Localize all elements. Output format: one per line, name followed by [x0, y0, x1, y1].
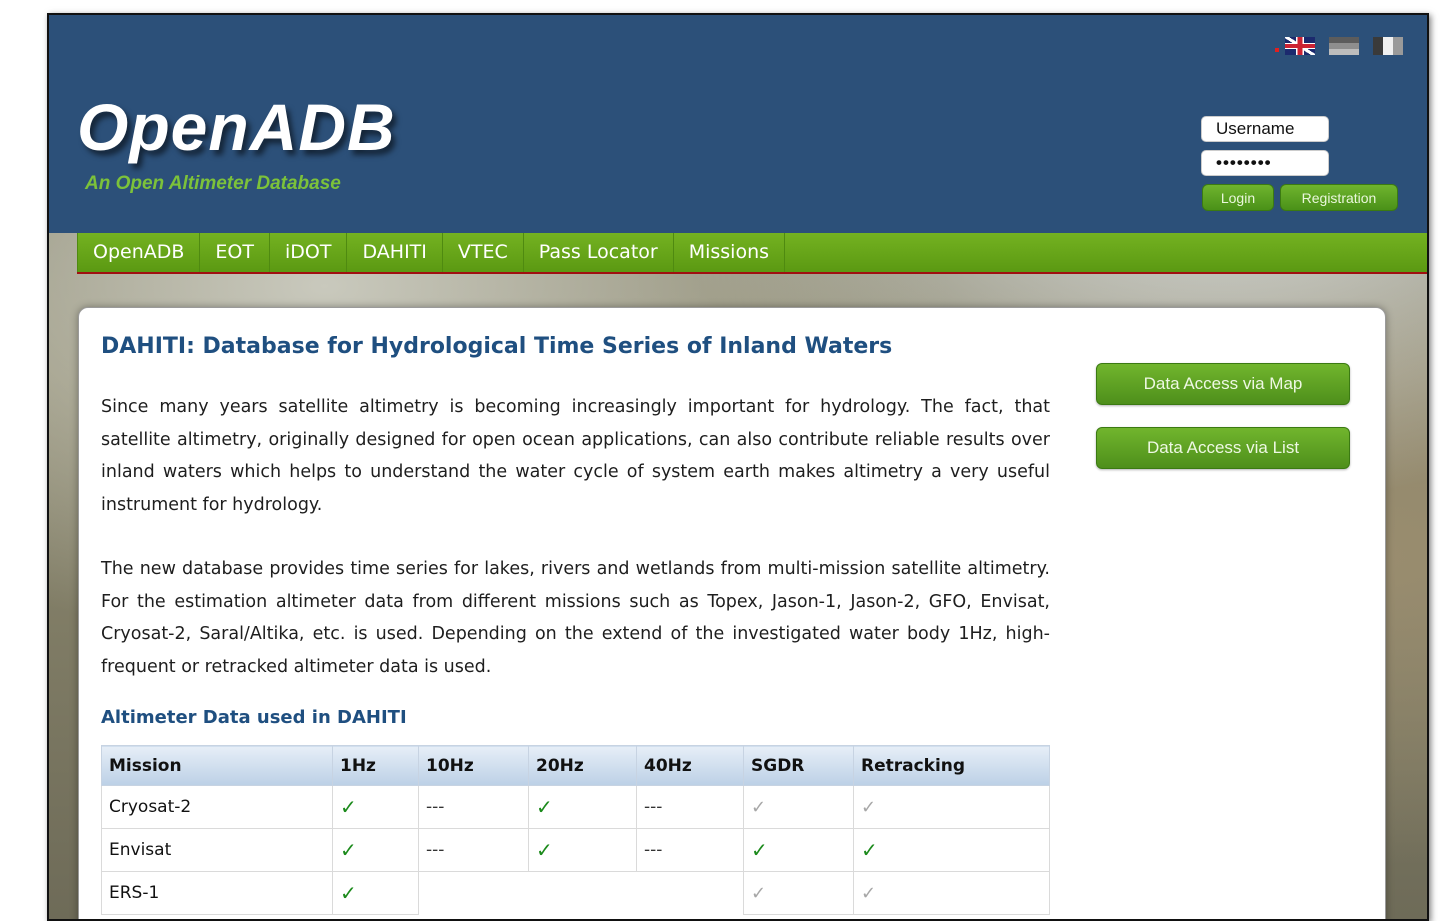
empty-cell	[637, 872, 744, 915]
check-icon: ✓	[332, 828, 419, 872]
mission-cell: Envisat	[101, 828, 333, 872]
data-access-list-button[interactable]: Data Access via List	[1096, 427, 1350, 469]
nav-item-vtec[interactable]: VTEC	[443, 233, 524, 272]
header-retracking: Retracking	[853, 745, 1050, 786]
grey-check-icon: ✓	[743, 871, 854, 915]
mission-cell: Cryosat-2	[101, 785, 333, 829]
german-flag-icon[interactable]	[1329, 37, 1359, 55]
login-button[interactable]: Login	[1202, 184, 1274, 211]
database-paragraph: The new database provides time series fo…	[101, 559, 1050, 677]
language-switcher	[1275, 37, 1403, 55]
header-40hz: 40Hz	[636, 745, 744, 786]
empty-cell	[419, 872, 529, 915]
username-field[interactable]	[1201, 116, 1329, 142]
site-logo[interactable]: OpenADB	[77, 89, 396, 165]
registration-button[interactable]: Registration	[1280, 184, 1398, 211]
header-1hz: 1Hz	[332, 745, 419, 786]
nav-item-pass-locator[interactable]: Pass Locator	[524, 233, 674, 272]
intro-paragraph: Since many years satellite altimetry is …	[101, 397, 1050, 515]
not-available-cell: ---	[418, 828, 529, 872]
empty-cell	[529, 872, 637, 915]
content-panel: DAHITI: Database for Hydrological Time S…	[78, 307, 1386, 919]
check-icon: ✓	[528, 828, 637, 872]
grey-check-icon: ✓	[853, 871, 1050, 915]
check-icon: ✓	[332, 785, 419, 829]
altimeter-data-table: Mission 1Hz 10Hz 20Hz 40Hz SGDR Retracki…	[101, 745, 1050, 915]
site-tagline: An Open Altimeter Database	[85, 173, 341, 194]
nav-item-missions[interactable]: Missions	[674, 233, 786, 272]
data-access-map-button[interactable]: Data Access via Map	[1096, 363, 1350, 405]
nav-item-eot[interactable]: EOT	[200, 233, 270, 272]
active-language-marker	[1275, 48, 1279, 52]
not-available-cell: ---	[636, 828, 744, 872]
header-10hz: 10Hz	[418, 745, 529, 786]
section-subtitle: Altimeter Data used in DAHITI	[101, 707, 407, 728]
site-header: OpenADB An Open Altimeter Database Login…	[49, 15, 1427, 233]
check-icon: ✓	[743, 828, 854, 872]
check-icon: ✓	[853, 828, 1050, 872]
not-available-cell: ---	[418, 785, 529, 829]
mission-cell: ERS-1	[101, 871, 333, 915]
check-icon: ✓	[528, 785, 637, 829]
nav-item-dahiti[interactable]: DAHITI	[347, 233, 443, 272]
grey-check-icon: ✓	[743, 785, 854, 829]
table-row: ERS-1 ✓ ✓ ✓	[101, 871, 1050, 915]
header-mission: Mission	[101, 745, 333, 786]
table-header-row: Mission 1Hz 10Hz 20Hz 40Hz SGDR Retracki…	[101, 745, 1050, 786]
login-buttons: Login Registration	[1202, 184, 1398, 211]
nav-item-openadb[interactable]: OpenADB	[77, 233, 201, 272]
not-available-cell: ---	[636, 785, 744, 829]
french-flag-icon[interactable]	[1373, 37, 1403, 55]
table-row: Envisat ✓ --- ✓ --- ✓ ✓	[101, 828, 1050, 872]
password-field[interactable]	[1201, 150, 1329, 176]
uk-flag-icon[interactable]	[1285, 37, 1315, 55]
grey-check-icon: ✓	[853, 785, 1050, 829]
nav-item-idot[interactable]: iDOT	[270, 233, 348, 272]
page-title: DAHITI: Database for Hydrological Time S…	[101, 334, 893, 359]
main-nav: OpenADB EOT iDOT DAHITI VTEC Pass Locato…	[77, 233, 1427, 274]
browser-page: OpenADB An Open Altimeter Database Login…	[47, 13, 1429, 921]
check-icon: ✓	[332, 871, 419, 915]
header-sgdr: SGDR	[743, 745, 854, 786]
header-20hz: 20Hz	[528, 745, 637, 786]
table-row: Cryosat-2 ✓ --- ✓ --- ✓ ✓	[101, 785, 1050, 829]
login-form	[1201, 116, 1329, 184]
